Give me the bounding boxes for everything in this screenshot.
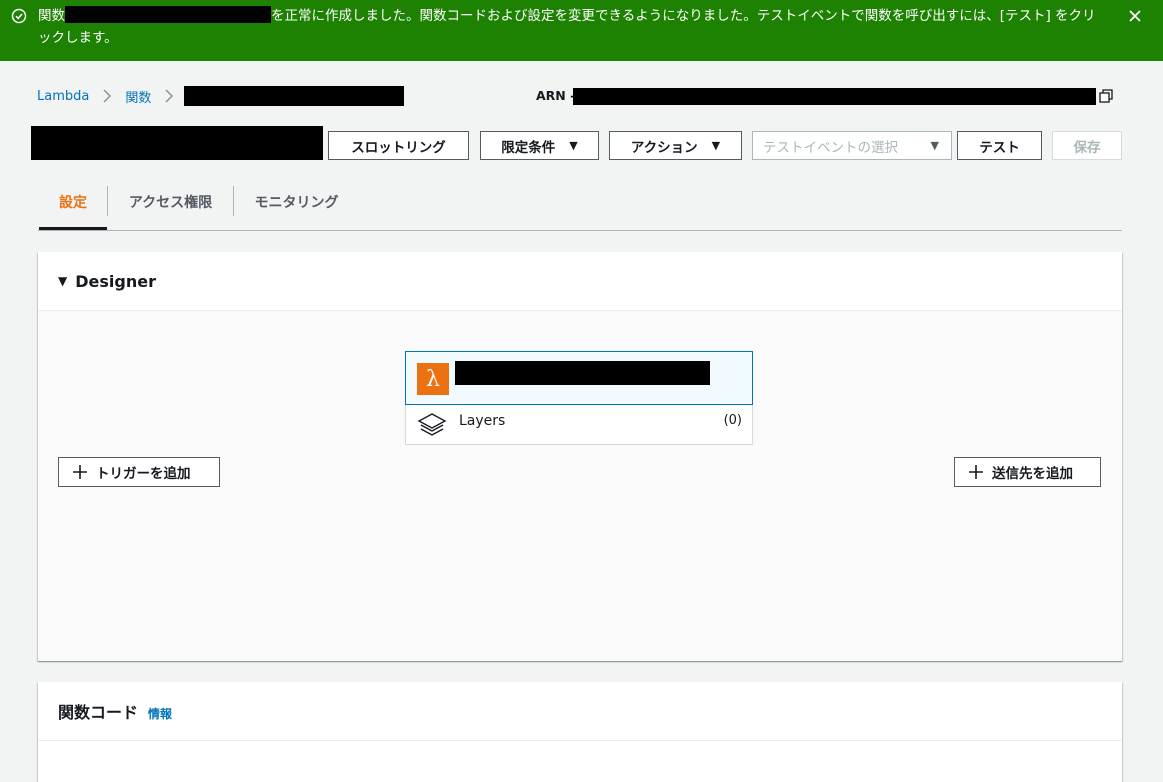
layers-count: (0) — [723, 413, 742, 428]
breadcrumb: Lambda 関数 — [37, 86, 187, 106]
tab-bar: 設定 アクセス権限 モニタリング — [38, 186, 1122, 231]
designer-title: Designer — [75, 271, 156, 291]
caret-down-icon: ▼ — [569, 139, 578, 152]
check-circle-icon — [11, 8, 27, 24]
tab-monitoring[interactable]: モニタリング — [234, 186, 359, 230]
function-code-panel: 関数コード 情報 — [38, 682, 1122, 782]
breadcrumb-lambda[interactable]: Lambda — [37, 89, 89, 104]
test-button[interactable]: テスト — [957, 131, 1042, 160]
actions-button[interactable]: アクション ▼ — [609, 131, 742, 160]
function-code-title: 関数コード — [58, 703, 139, 722]
tab-permissions[interactable]: アクセス権限 — [108, 186, 233, 230]
arn-label: ARN - — [536, 88, 576, 103]
banner-pre-text: 関数 — [38, 8, 65, 24]
success-banner: 関数 を正常に作成しました。関数コードおよび設定を変更できるようになりました。テス… — [0, 0, 1163, 61]
redacted-function-title — [31, 126, 323, 160]
plus-icon — [73, 465, 87, 479]
function-code-header: 関数コード 情報 — [38, 682, 1122, 741]
designer-header[interactable]: ▼ Designer — [38, 252, 1122, 311]
chevron-right-icon — [103, 89, 112, 103]
collapse-triangle-icon: ▼ — [58, 274, 68, 288]
lambda-icon: λ — [417, 363, 449, 395]
plus-icon — [969, 465, 983, 479]
breadcrumb-functions[interactable]: 関数 — [125, 87, 151, 106]
function-node[interactable]: λ — [405, 351, 753, 405]
layers-icon — [417, 413, 447, 436]
redacted-function-name — [65, 6, 271, 23]
actions-label: アクション — [630, 139, 698, 156]
copy-icon[interactable] — [1099, 89, 1113, 103]
qualifiers-label: 限定条件 — [501, 139, 556, 156]
throttle-button[interactable]: スロットリング — [328, 131, 469, 160]
layers-label[interactable]: Layers — [459, 413, 505, 429]
caret-down-icon: ▼ — [711, 139, 721, 152]
add-destination-button[interactable]: 送信先を追加 — [954, 457, 1101, 487]
caret-down-icon: ▼ — [930, 139, 939, 152]
redacted-function-node-name — [455, 361, 710, 385]
add-destination-label: 送信先を追加 — [992, 466, 1073, 482]
add-trigger-label: トリガーを追加 — [96, 466, 191, 482]
redacted-arn — [573, 88, 1096, 105]
test-event-placeholder: テストイベントの選択 — [763, 139, 898, 156]
redacted-breadcrumb-function — [184, 86, 404, 106]
chevron-right-icon — [165, 89, 174, 103]
close-icon[interactable] — [1127, 8, 1143, 24]
function-card[interactable]: λ Layers (0) — [405, 351, 753, 445]
add-trigger-button[interactable]: トリガーを追加 — [58, 457, 220, 487]
qualifiers-button[interactable]: 限定条件 ▼ — [480, 131, 599, 160]
info-link[interactable]: 情報 — [148, 705, 172, 722]
save-button[interactable]: 保存 — [1052, 131, 1122, 160]
tab-configuration[interactable]: 設定 — [39, 186, 107, 230]
test-event-select[interactable]: テストイベントの選択 ▼ — [752, 131, 952, 160]
banner-message: 関数 を正常に作成しました。関数コードおよび設定を変更できるようになりました。テス… — [38, 5, 1108, 49]
